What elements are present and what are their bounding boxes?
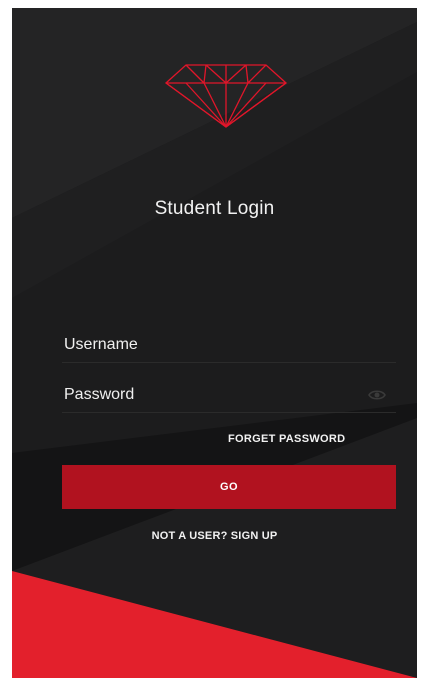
username-field[interactable]: Username [62, 328, 396, 363]
password-placeholder: Password [64, 386, 135, 403]
diamond-icon [164, 64, 288, 128]
username-placeholder: Username [64, 336, 138, 353]
page-title: Student Login [154, 198, 275, 219]
signup-link[interactable]: NOT A USER? SIGN UP [12, 530, 417, 542]
password-field[interactable]: Password [62, 378, 396, 413]
login-screen: Student Login Username Password FORGET P… [12, 8, 417, 678]
go-button[interactable]: GO [62, 465, 396, 509]
eye-icon[interactable] [368, 388, 386, 402]
forget-password-link[interactable]: FORGET PASSWORD [228, 433, 345, 445]
